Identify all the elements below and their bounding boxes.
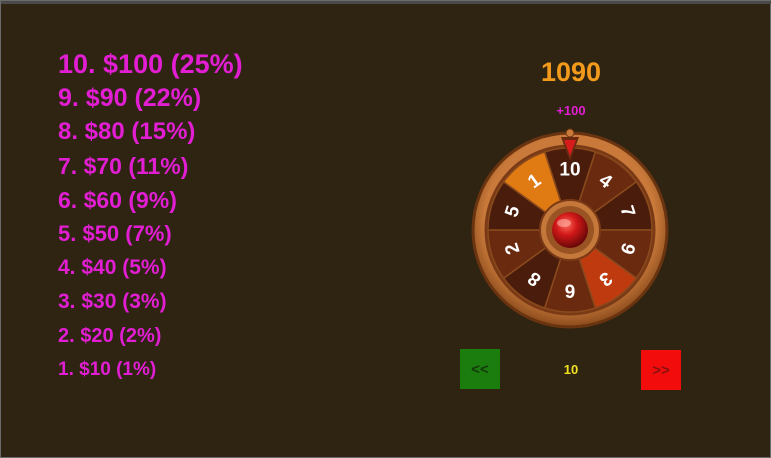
prize-row: 8. $80 (15%) [58,118,196,145]
increase-bet-button[interactable]: >> [641,350,681,390]
game-stage: 10. $100 (25%) 9. $90 (22%) 8. $80 (15%)… [0,0,771,458]
prize-row: 9. $90 (22%) [58,84,202,112]
hub-shine [557,219,571,227]
prize-row: 10. $100 (25%) [58,49,243,79]
bet-value: 10 [563,362,579,377]
prize-table: 10. $100 (25%) 9. $90 (22%) 8. $80 (15%)… [58,47,243,387]
wheel-segment-label: 6 [565,280,576,301]
spin-button-icon[interactable] [552,212,588,248]
prize-row: 6. $60 (9%) [58,187,177,213]
prize-row: 5. $50 (7%) [58,221,172,246]
prize-row: 4. $40 (5%) [58,256,167,279]
prize-row: 7. $70 (11%) [58,153,189,179]
score-total: 1090 [540,57,602,87]
top-strip [1,1,771,4]
decrease-bet-button[interactable]: << [460,349,500,389]
score-delta: +100 [556,103,586,118]
prize-wheel[interactable]: 10 479368251 [469,127,671,329]
prize-row: 1. $10 (1%) [58,359,157,380]
prize-row: 2. $20 (2%) [58,325,162,347]
wheel-segment-label: 10 [559,160,580,181]
prize-row: 3. $30 (3%) [58,290,167,313]
